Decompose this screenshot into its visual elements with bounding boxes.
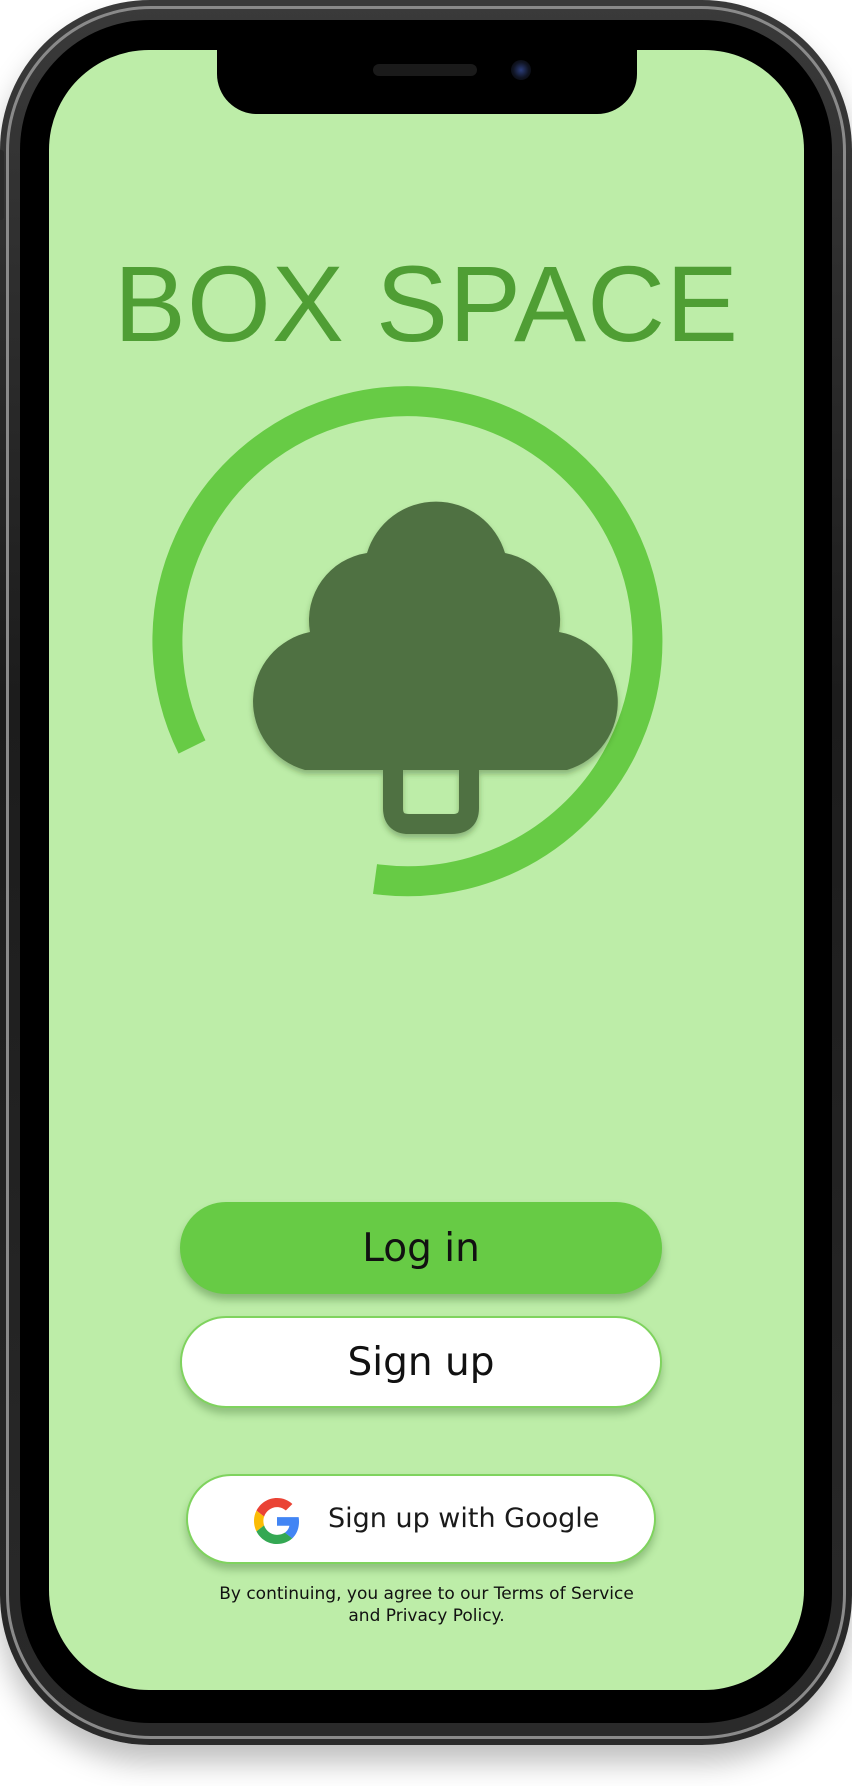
app-title: BOX SPACE [113, 243, 740, 364]
google-signup-label: Sign up with Google [328, 1503, 600, 1534]
notch [217, 50, 637, 114]
tree-icon [253, 501, 618, 834]
signup-button-label: Sign up [347, 1339, 495, 1385]
logo-ring [152, 386, 663, 897]
front-camera [511, 60, 531, 80]
signup-button[interactable]: Sign up [180, 1316, 662, 1408]
app-screen: BOX SPACE Log in Sign up Sign up with Go… [49, 50, 804, 1690]
login-button[interactable]: Log in [180, 1202, 662, 1294]
login-button-label: Log in [362, 1225, 480, 1271]
power-button [846, 330, 852, 480]
legal-line-2: and Privacy Policy. [348, 1606, 505, 1626]
legal-line-1: By continuing, you agree to our Terms of… [219, 1584, 634, 1604]
legal-notice: By continuing, you agree to our Terms of… [49, 1583, 804, 1627]
google-signup-button[interactable]: Sign up with Google [186, 1474, 656, 1564]
speaker-grille [373, 64, 477, 76]
silent-switch [0, 150, 4, 220]
google-icon [254, 1498, 300, 1544]
